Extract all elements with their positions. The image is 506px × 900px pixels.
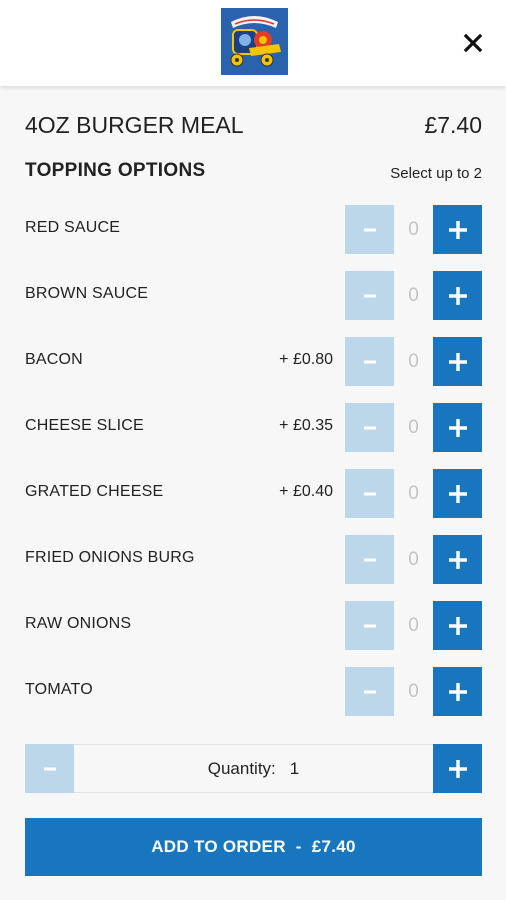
topping-increase-button[interactable] xyxy=(433,205,482,254)
add-to-order-button[interactable]: ADD TO ORDER - £7.40 xyxy=(25,818,482,876)
plus-icon xyxy=(448,682,467,701)
topping-decrease-button[interactable] xyxy=(345,271,394,320)
minus-icon xyxy=(363,624,376,627)
plus-icon xyxy=(448,550,467,569)
minus-icon xyxy=(363,690,376,693)
topping-label: RAW ONIONS xyxy=(25,615,132,632)
plus-icon xyxy=(448,286,467,305)
topping-extra-price: + £0.80 xyxy=(279,351,333,368)
header-bar xyxy=(0,0,506,86)
topping-label: BACON xyxy=(25,351,83,368)
quantity-decrease-button[interactable] xyxy=(25,744,74,793)
topping-row: FRIED ONIONS BURG 0 xyxy=(0,535,506,585)
restaurant-logo xyxy=(221,8,288,75)
topping-label: TOMATO xyxy=(25,681,93,698)
topping-count: 0 xyxy=(408,548,419,570)
minus-icon xyxy=(363,360,376,363)
topping-row: TOMATO 0 xyxy=(0,667,506,717)
minus-icon xyxy=(43,767,56,770)
quantity-value: 1 xyxy=(289,758,300,778)
topping-row: GRATED CHEESE + £0.40 0 xyxy=(0,469,506,519)
topping-row: BACON + £0.80 0 xyxy=(0,337,506,387)
topping-decrease-button[interactable] xyxy=(345,403,394,452)
plus-icon xyxy=(448,759,467,778)
plus-icon xyxy=(448,616,467,635)
topping-increase-button[interactable] xyxy=(433,337,482,386)
topping-options-title: TOPPING OPTIONS xyxy=(25,160,206,181)
topping-count: 0 xyxy=(408,482,419,504)
topping-row: BROWN SAUCE 0 xyxy=(0,271,506,321)
minus-icon xyxy=(363,228,376,231)
minus-icon xyxy=(363,558,376,561)
topping-row: RED SAUCE 0 xyxy=(0,205,506,255)
plus-icon xyxy=(448,220,467,239)
minus-icon xyxy=(363,294,376,297)
topping-count: 0 xyxy=(408,284,419,306)
topping-count: 0 xyxy=(408,416,419,438)
topping-increase-button[interactable] xyxy=(433,667,482,716)
close-button[interactable] xyxy=(458,28,488,58)
plus-icon xyxy=(448,484,467,503)
product-price: £7.40 xyxy=(424,112,482,138)
topping-decrease-button[interactable] xyxy=(345,601,394,650)
topping-extra-price: + £0.40 xyxy=(279,483,333,500)
topping-count: 0 xyxy=(408,218,419,240)
topping-count: 0 xyxy=(408,350,419,372)
topping-increase-button[interactable] xyxy=(433,403,482,452)
topping-label: GRATED CHEESE xyxy=(25,483,164,500)
topping-increase-button[interactable] xyxy=(433,601,482,650)
minus-icon xyxy=(363,492,376,495)
quantity-increase-button[interactable] xyxy=(433,744,482,793)
add-to-order-label: ADD TO ORDER xyxy=(151,837,286,856)
add-to-order-price: £7.40 xyxy=(311,837,356,856)
plus-icon xyxy=(448,352,467,371)
topping-label: BROWN SAUCE xyxy=(25,285,149,302)
quantity-display: Quantity: 1 xyxy=(74,744,433,793)
product-title: 4OZ BURGER MEAL xyxy=(25,112,244,138)
topping-increase-button[interactable] xyxy=(433,271,482,320)
topping-count: 0 xyxy=(408,680,419,702)
topping-row: RAW ONIONS 0 xyxy=(0,601,506,651)
plus-icon xyxy=(448,418,467,437)
topping-selection-hint: Select up to 2 xyxy=(390,165,482,182)
topping-decrease-button[interactable] xyxy=(345,535,394,584)
topping-label: FRIED ONIONS BURG xyxy=(25,549,195,566)
topping-decrease-button[interactable] xyxy=(345,667,394,716)
topping-increase-button[interactable] xyxy=(433,535,482,584)
topping-label: CHEESE SLICE xyxy=(25,417,144,434)
topping-row: CHEESE SLICE + £0.35 0 xyxy=(0,403,506,453)
topping-decrease-button[interactable] xyxy=(345,469,394,518)
add-to-order-separator: - xyxy=(295,837,302,856)
topping-label: RED SAUCE xyxy=(25,219,121,236)
close-icon xyxy=(463,33,483,53)
topping-decrease-button[interactable] xyxy=(345,205,394,254)
topping-increase-button[interactable] xyxy=(433,469,482,518)
topping-decrease-button[interactable] xyxy=(345,337,394,386)
quantity-label: Quantity: xyxy=(207,758,276,778)
topping-extra-price: + £0.35 xyxy=(279,417,333,434)
topping-count: 0 xyxy=(408,614,419,636)
minus-icon xyxy=(363,426,376,429)
